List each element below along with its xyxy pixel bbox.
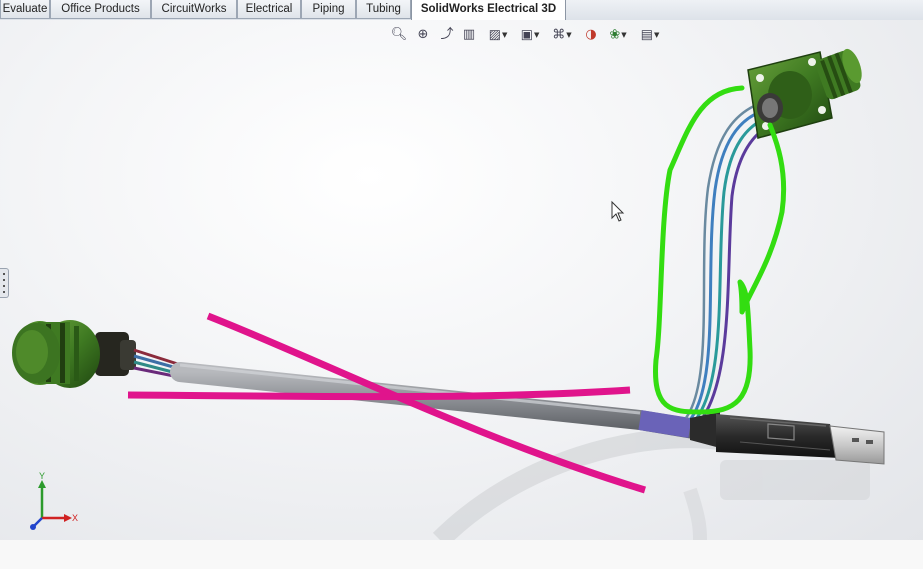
mouse-cursor-icon [611, 200, 625, 222]
flange-connector-right[interactable] [747, 46, 866, 139]
triad-y-label: Y [39, 471, 45, 481]
tab-piping[interactable]: Piping [301, 0, 356, 19]
tab-electrical[interactable]: Electrical [237, 0, 301, 19]
triad-x-label: X [72, 513, 78, 523]
zoom-to-area-icon[interactable]: ⊕ [414, 25, 432, 45]
section-view-icon[interactable]: ▥ [460, 25, 478, 45]
tab-evaluate[interactable]: Evaluate [0, 0, 50, 19]
wires-to-flange [684, 104, 773, 425]
tab-circuitworks[interactable]: CircuitWorks [151, 0, 237, 19]
apply-scene-icon[interactable]: ❀▼ [604, 25, 632, 45]
coordinate-triad: Y X [30, 471, 78, 530]
usb-connector[interactable] [690, 412, 885, 465]
circular-connector-left[interactable] [12, 320, 136, 388]
zoom-to-fit-icon[interactable]: 🔍︎ [390, 25, 408, 45]
cable-sleeve [638, 410, 692, 438]
view-orientation-icon[interactable]: ▨▼ [484, 25, 512, 45]
bottom-margin [0, 540, 923, 569]
model-view: Y X [12, 46, 885, 540]
edit-appearance-icon[interactable]: ◑ [582, 25, 600, 45]
hide-show-items-icon[interactable]: ⌘▼ [548, 25, 576, 45]
graphics-area[interactable]: Y X 🔍︎ ⊕ ⤴ ▥ ▨▼ ▣▼ ⌘▼ ◑ ❀▼ ▤▼ [0, 20, 923, 540]
tab-office-products[interactable]: Office Products [50, 0, 151, 19]
feature-manager-expand-handle[interactable] [0, 268, 9, 298]
tab-solidworks-electrical-3d[interactable]: SolidWorks Electrical 3D [411, 0, 566, 21]
view-settings-icon[interactable]: ▤▼ [636, 25, 664, 45]
previous-view-icon[interactable]: ⤴ [438, 25, 456, 45]
display-style-icon[interactable]: ▣▼ [516, 25, 544, 45]
main-cable[interactable] [170, 362, 710, 440]
command-manager-tabs: Evaluate Office Products CircuitWorks El… [0, 0, 923, 21]
tab-tubing[interactable]: Tubing [356, 0, 411, 19]
